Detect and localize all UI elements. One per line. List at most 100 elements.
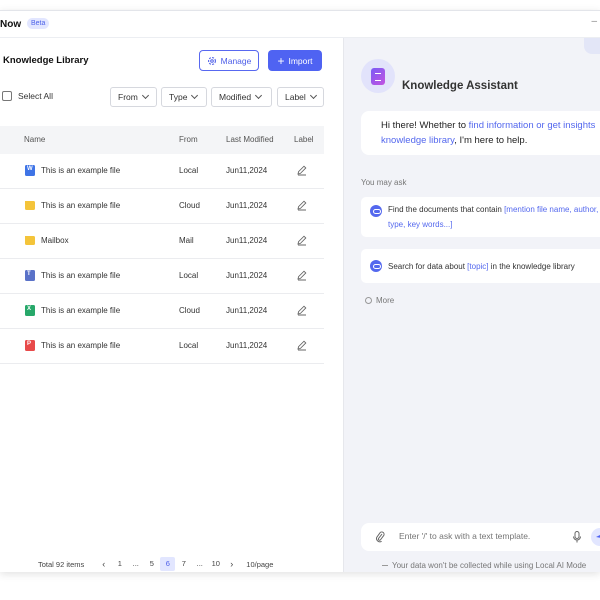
select-all-label: Select All — [18, 91, 53, 101]
manage-label: Manage — [220, 55, 252, 66]
edit-label-icon[interactable] — [296, 304, 308, 316]
chevron-down-icon — [309, 91, 317, 100]
greeting-message: Hi there! Whether to find information or… — [361, 111, 600, 155]
app-window: Now Beta – Knowledge Library Manage + Im… — [0, 10, 600, 572]
filter-label[interactable]: Label — [277, 87, 324, 107]
chat-input[interactable] — [399, 531, 549, 541]
filter-label: Label — [285, 92, 306, 102]
filter-label: Type — [169, 92, 188, 102]
assistant-title: Knowledge Assistant — [402, 80, 518, 92]
more-suggestions-button[interactable]: More — [365, 296, 394, 305]
beta-badge: Beta — [27, 18, 50, 29]
current-page-button[interactable]: 6 — [160, 557, 176, 571]
greeting-link-2[interactable]: knowledge library — [381, 135, 454, 146]
divider — [382, 565, 388, 566]
file-name[interactable]: This is an example file — [41, 271, 120, 280]
import-button[interactable]: + Import — [268, 50, 322, 71]
column-name[interactable]: Name — [24, 135, 45, 144]
greeting-text: Hi there! Whether to — [381, 120, 469, 131]
filter-label: Modified — [219, 92, 252, 102]
suggestion-card[interactable]: Find the documents that contain [mention… — [361, 197, 600, 237]
file-modified: Jun11,2024 — [226, 341, 268, 350]
file-name[interactable]: This is an example file — [41, 341, 120, 350]
edit-label-icon[interactable] — [296, 234, 308, 246]
total-items: Total 92 items — [38, 559, 85, 569]
page-button[interactable]: 1 — [112, 557, 127, 571]
greeting-text-end: , I'm here to help. — [454, 135, 528, 146]
file-name[interactable]: Mailbox — [41, 236, 69, 245]
suggestion-text-end: in the knowledge library — [488, 262, 575, 271]
file-modified: Jun11,2024 — [226, 166, 268, 175]
knowledge-library-panel: Knowledge Library Manage + Import Select… — [0, 38, 343, 572]
page-button[interactable]: 5 — [144, 557, 159, 571]
folder-icon — [25, 236, 35, 245]
suggestion-text: Search for data about — [388, 262, 468, 271]
next-page-button[interactable]: › — [224, 557, 239, 571]
collapse-panel-button[interactable] — [584, 38, 600, 54]
filter-type[interactable]: Type — [161, 87, 207, 107]
chevron-down-icon — [141, 91, 149, 100]
suggestion-card[interactable]: Search for data about [topic] in the kno… — [361, 249, 600, 283]
file-modified: Jun11,2024 — [226, 306, 268, 315]
filter-modified[interactable]: Modified — [211, 87, 272, 107]
select-all[interactable]: Select All — [2, 91, 53, 101]
suggestion-placeholder-2[interactable]: type, key words...] — [388, 220, 452, 229]
page-button[interactable]: 10 — [208, 557, 223, 571]
edit-label-icon[interactable] — [296, 199, 308, 211]
column-last-modified[interactable]: Last Modified — [226, 135, 274, 144]
sheet-icon: X — [25, 305, 35, 316]
gear-icon — [207, 56, 216, 65]
microphone-icon[interactable] — [572, 531, 582, 543]
file-from: Cloud — [179, 306, 200, 315]
table-row[interactable]: This is an example file Cloud Jun11,2024 — [0, 189, 324, 224]
file-from: Local — [179, 166, 199, 175]
edit-label-icon[interactable] — [296, 269, 308, 281]
pdf-icon: P — [25, 340, 35, 351]
manage-button[interactable]: Manage — [199, 50, 259, 71]
table-row[interactable]: P This is an example file Local Jun11,20… — [0, 329, 324, 364]
table-row[interactable]: W This is an example file Local Jun11,20… — [0, 154, 324, 189]
suggestion-icon — [370, 260, 382, 272]
column-label[interactable]: Label — [294, 135, 314, 144]
table-row[interactable]: Mailbox Mail Jun11,2024 — [0, 224, 324, 259]
word-doc-icon: W — [25, 165, 35, 176]
library-title: Knowledge Library — [3, 55, 89, 66]
minimize-button[interactable]: – — [591, 16, 597, 27]
table-row[interactable]: T This is an example file Local Jun11,20… — [0, 259, 324, 294]
paperclip-icon[interactable] — [375, 531, 385, 543]
page-size-select[interactable]: 10/page — [246, 560, 273, 569]
prev-page-button[interactable]: ‹ — [96, 557, 111, 571]
disclaimer-text: Your data won't be collected while using… — [392, 561, 587, 570]
column-from[interactable]: From — [179, 135, 198, 144]
title-bar: Now Beta – — [0, 11, 600, 38]
table-header: Name From Last Modified Label — [0, 126, 324, 154]
file-from: Local — [179, 341, 199, 350]
assistant-panel: Knowledge Assistant Hi there! Whether to… — [343, 38, 600, 572]
suggestion-text: Find the documents that contain — [388, 205, 505, 214]
suggestion-icon — [370, 205, 382, 217]
suggestion-placeholder[interactable]: [topic] — [467, 262, 488, 271]
suggestion-placeholder[interactable]: [mention file name, author, — [504, 205, 598, 214]
page-ellipsis: ... — [132, 559, 139, 568]
edit-label-icon[interactable] — [296, 339, 308, 351]
page-ellipsis: ... — [196, 559, 203, 568]
filter-from[interactable]: From — [110, 87, 157, 107]
select-all-checkbox[interactable] — [2, 91, 12, 101]
file-modified: Jun11,2024 — [226, 271, 268, 280]
pagination: Total 92 items ‹ 1 ... 5 6 7 ... 10 › 10… — [38, 557, 273, 571]
refresh-icon — [365, 297, 372, 304]
file-name[interactable]: This is an example file — [41, 166, 120, 175]
privacy-disclaimer: Your data won't be collected while using… — [382, 561, 587, 570]
filter-label: From — [118, 92, 138, 102]
greeting-link[interactable]: find information or get insights — [469, 120, 596, 131]
page-button[interactable]: 7 — [176, 557, 191, 571]
send-icon — [596, 535, 600, 538]
file-name[interactable]: This is an example file — [41, 201, 120, 210]
more-label: More — [376, 296, 395, 305]
send-button[interactable] — [591, 528, 600, 546]
table-row[interactable]: X This is an example file Cloud Jun11,20… — [0, 294, 324, 329]
import-label: Import — [288, 55, 313, 66]
edit-label-icon[interactable] — [296, 164, 308, 176]
chevron-down-icon — [191, 91, 199, 100]
file-name[interactable]: This is an example file — [41, 306, 120, 315]
